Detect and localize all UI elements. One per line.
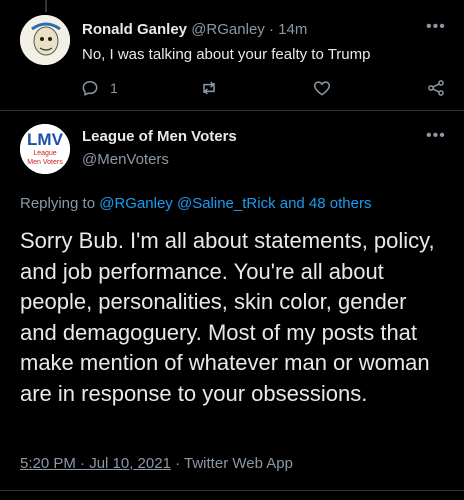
time-separator: · [268,21,274,38]
avatar-cartoon-icon [20,15,70,65]
avatar-lmv-text: LMV [27,130,64,149]
meta-separator: · [175,455,181,472]
avatar[interactable] [20,15,70,65]
reply-author-handle[interactable]: @RGanley [191,21,265,38]
replying-targets-link[interactable]: @RGanley @Saline_tRick and 48 others [99,195,371,212]
thread-connector-line [45,0,47,12]
divider [0,490,464,491]
main-author-handle[interactable]: @MenVoters [82,151,169,168]
avatar-line3-text: Men Voters [27,159,63,166]
heart-icon [313,81,331,96]
reply-icon [82,80,98,96]
tweet-meta: 5:20 PM · Jul 10, 2021 · Twitter Web App [20,455,293,472]
retweet-icon [203,81,215,95]
retweet-button[interactable] [198,78,220,98]
main-tweet-text: Sorry Bub. I'm all about statements, pol… [20,228,435,406]
reply-button[interactable]: 1 [80,78,118,98]
more-options-icon[interactable]: ••• [426,127,446,145]
avatar[interactable]: LMV League Men Voters [20,124,70,174]
reply-count: 1 [110,80,118,96]
replying-prefix: Replying to [20,195,96,212]
replying-to: Replying to @RGanley @Saline_tRick and 4… [20,195,371,212]
avatar-line2-text: League [33,150,56,157]
tweet-source: Twitter Web App [184,455,293,472]
reply-text: No, I was talking about your fealty to T… [82,46,371,63]
avatar-logo-icon: LMV League Men Voters [20,124,70,174]
more-options-icon[interactable]: ••• [426,18,446,36]
like-button[interactable] [312,78,332,98]
reply-action-bar: 1 [80,78,450,102]
reply-time[interactable]: 14m [278,21,307,38]
reply-author-name[interactable]: Ronald Ganley [82,21,187,38]
main-author-name[interactable]: League of Men Voters [82,128,237,145]
tweet-timestamp-link[interactable]: 5:20 PM · Jul 10, 2021 [20,455,171,472]
share-button[interactable] [426,78,446,98]
divider [0,110,464,111]
share-icon [428,80,444,96]
